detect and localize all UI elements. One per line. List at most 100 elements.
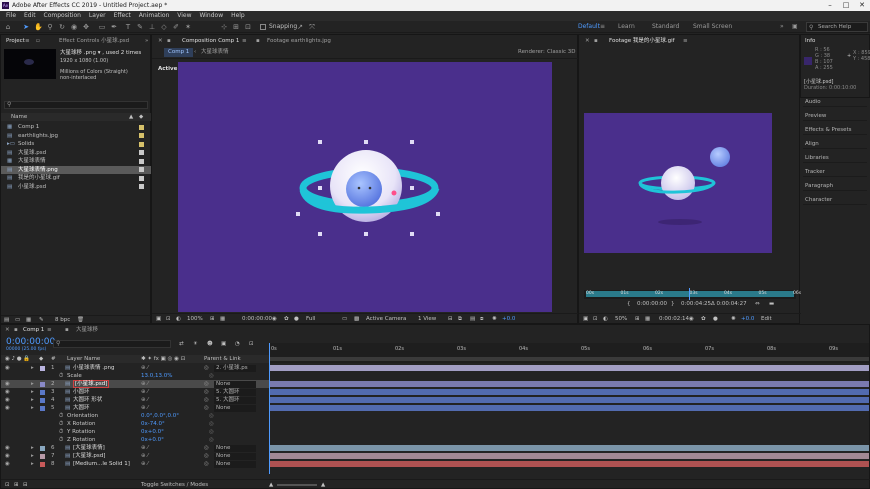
expand-twirl-icon[interactable]: ▸ <box>31 388 34 396</box>
project-item[interactable]: ▤ 小星球.psd <box>1 183 152 191</box>
menu-effect[interactable]: Effect <box>114 11 131 21</box>
project-menu-icon[interactable]: ≡ <box>25 37 30 46</box>
footage-out-point[interactable]: 0:00:04:25 <box>681 300 711 308</box>
roto-tool-icon[interactable]: ✐ <box>172 23 180 31</box>
footage-exposure-icon[interactable]: ✺ <box>731 315 736 323</box>
layer-switches-icon[interactable]: ⊕ ⁄ <box>141 396 148 404</box>
footage-viewer-canvas[interactable] <box>584 113 772 253</box>
resolution-select[interactable]: Full <box>306 315 315 323</box>
comp-mini-flowchart-icon[interactable]: ⇄ <box>179 340 184 348</box>
menu-animation[interactable]: Animation <box>139 11 170 21</box>
layer-switches-icon[interactable]: ⊕ ⁄ <box>141 444 148 452</box>
work-area-bar[interactable] <box>269 357 869 361</box>
minimize-icon[interactable]: – <box>822 0 838 11</box>
layer-label-swatch[interactable] <box>40 381 45 387</box>
footage-channel-icon[interactable]: ● <box>713 315 718 323</box>
visibility-eye-icon[interactable]: ◉ <box>5 364 10 372</box>
panel-align[interactable]: Align <box>803 140 867 149</box>
footage-preview-icon[interactable]: ▣ <box>583 315 588 323</box>
current-time-display[interactable]: 0:00:00:00 <box>242 315 272 323</box>
layer-name[interactable]: 小圆环 <box>73 388 90 396</box>
workspace-overflow-icon[interactable]: » <box>780 21 784 33</box>
breadcrumb-comp1[interactable]: Comp 1 <box>164 48 194 57</box>
label-color-swatch[interactable] <box>139 133 144 138</box>
pen-tool-icon[interactable]: ✒ <box>110 23 118 31</box>
stopwatch-icon[interactable]: ⏱ <box>59 372 63 380</box>
motion-blur-icon[interactable]: ◔ <box>235 340 240 348</box>
layer-label-swatch[interactable] <box>40 445 45 451</box>
keyframe-nav-icon[interactable]: ◎ <box>209 428 214 436</box>
snapshot-icon[interactable]: ◉ <box>272 315 277 323</box>
home-icon[interactable]: ⌂ <box>4 23 12 31</box>
footage-panel-menu-icon[interactable]: ≡ <box>683 37 688 46</box>
column-name-header[interactable]: Name <box>11 113 27 121</box>
transfer-controls-pane-icon[interactable]: ⊞ <box>14 481 19 489</box>
lock-icon[interactable]: ▫ <box>36 37 40 46</box>
label-color-swatch[interactable] <box>139 167 144 172</box>
tab-composition[interactable]: Composition Comp 1 <box>182 37 239 46</box>
timeline-close-icon[interactable]: ✕ <box>5 326 10 335</box>
layer-label-swatch[interactable] <box>40 397 45 403</box>
layer-row[interactable]: ◉ ▸ 2 ▤ [小星球.psd] ⊕ ⁄ ◎ None <box>1 380 269 388</box>
new-comp-icon[interactable]: ▦ <box>26 316 31 324</box>
parent-pickwhip-icon[interactable]: ◎ <box>204 452 209 460</box>
tab-footage-earthlights[interactable]: Footage earthlights.jpg <box>267 37 331 46</box>
layer-switches-icon[interactable]: ⊕ ⁄ <box>141 460 148 468</box>
expand-twirl-icon[interactable]: ▸ <box>31 460 34 468</box>
panel-paragraph[interactable]: Paragraph <box>803 182 867 191</box>
parent-link-select[interactable]: 5. 大圆环 <box>214 396 256 404</box>
parent-pickwhip-icon[interactable]: ◎ <box>204 404 209 412</box>
grid-options-icon[interactable]: ⊞ <box>210 315 215 323</box>
stopwatch-icon[interactable]: ⏱ <box>59 412 63 420</box>
property-row[interactable]: ⏱ X Rotation 0x-74.0° ◎ <box>1 420 269 428</box>
always-preview-icon[interactable]: ▣ <box>156 315 161 323</box>
flowchart-icon[interactable]: ⧈ <box>480 315 484 323</box>
layer-duration-bar[interactable] <box>269 445 869 451</box>
visibility-eye-icon[interactable]: ◉ <box>5 452 10 460</box>
delete-icon[interactable]: 🗑 <box>77 316 84 324</box>
camera-view-select[interactable]: Active Camera <box>366 315 406 323</box>
parent-link-select[interactable]: 5. 大圆环 <box>214 388 256 396</box>
property-value[interactable]: 13.0,13.0% <box>141 372 172 380</box>
view-axis-icon[interactable]: ⊡ <box>244 23 252 31</box>
layer-label-swatch[interactable] <box>40 453 45 459</box>
label-color-swatch[interactable] <box>139 184 144 189</box>
layer-duration-bar[interactable] <box>269 381 869 387</box>
zoom-out-icon[interactable]: ▲ <box>269 481 273 489</box>
tab-info[interactable]: Info <box>805 37 815 46</box>
time-ruler[interactable]: 0s 01s 02s 03s 04s 05s 06s 07s 08s 09s <box>269 343 869 363</box>
timeline-zoom-slider[interactable] <box>277 484 317 486</box>
layer-duration-bar[interactable] <box>269 389 869 395</box>
timeline-menu-icon[interactable]: ≡ <box>47 326 52 335</box>
footage-show-snapshot-icon[interactable]: ✿ <box>701 315 706 323</box>
ripple-insert-icon[interactable]: ⇔ <box>755 300 760 308</box>
project-search-input[interactable]: ⚲ <box>4 101 148 109</box>
menu-composition[interactable]: Composition <box>44 11 81 21</box>
layer-row[interactable]: ◉ ▸ 7 ▤ [大星球.psd] ⊕ ⁄ ◎ None <box>1 452 269 460</box>
mask-visibility-icon[interactable]: ◐ <box>176 315 181 323</box>
footage-mask-icon[interactable]: ◐ <box>603 315 608 323</box>
layer-duration-bar[interactable] <box>269 461 869 467</box>
set-in-point-icon[interactable]: { <box>627 300 631 308</box>
sort-icon[interactable]: ▲ <box>129 113 133 121</box>
visibility-eye-icon[interactable]: ◉ <box>5 444 10 452</box>
parent-pickwhip-icon[interactable]: ◎ <box>204 380 209 388</box>
visibility-eye-icon[interactable]: ◉ <box>5 388 10 396</box>
zoom-tool-icon[interactable]: ⚲ <box>46 23 54 31</box>
panel-layout-icon[interactable]: ▣ <box>792 21 798 33</box>
transparency-icon[interactable]: ▦ <box>220 315 225 323</box>
panel-preview[interactable]: Preview <box>803 112 867 121</box>
label-column-icon[interactable]: ◆ <box>139 113 143 121</box>
layer-duration-bar[interactable] <box>269 453 869 459</box>
label-color-swatch[interactable] <box>139 124 144 130</box>
label-color-swatch[interactable] <box>139 141 144 147</box>
type-tool-icon[interactable]: T <box>124 23 132 31</box>
label-color-swatch[interactable] <box>139 150 144 155</box>
footage-lock-icon[interactable]: ▪ <box>594 37 598 46</box>
label-color-swatch[interactable] <box>139 175 144 181</box>
parent-link-select[interactable]: None <box>214 380 256 388</box>
layer-name[interactable]: [Medium...le Solid 1] <box>73 460 130 468</box>
overlay-edit-icon[interactable]: ▬ <box>769 300 774 308</box>
visibility-eye-icon[interactable]: ◉ <box>5 460 10 468</box>
layer-name[interactable]: [大星球表情] <box>73 444 105 452</box>
